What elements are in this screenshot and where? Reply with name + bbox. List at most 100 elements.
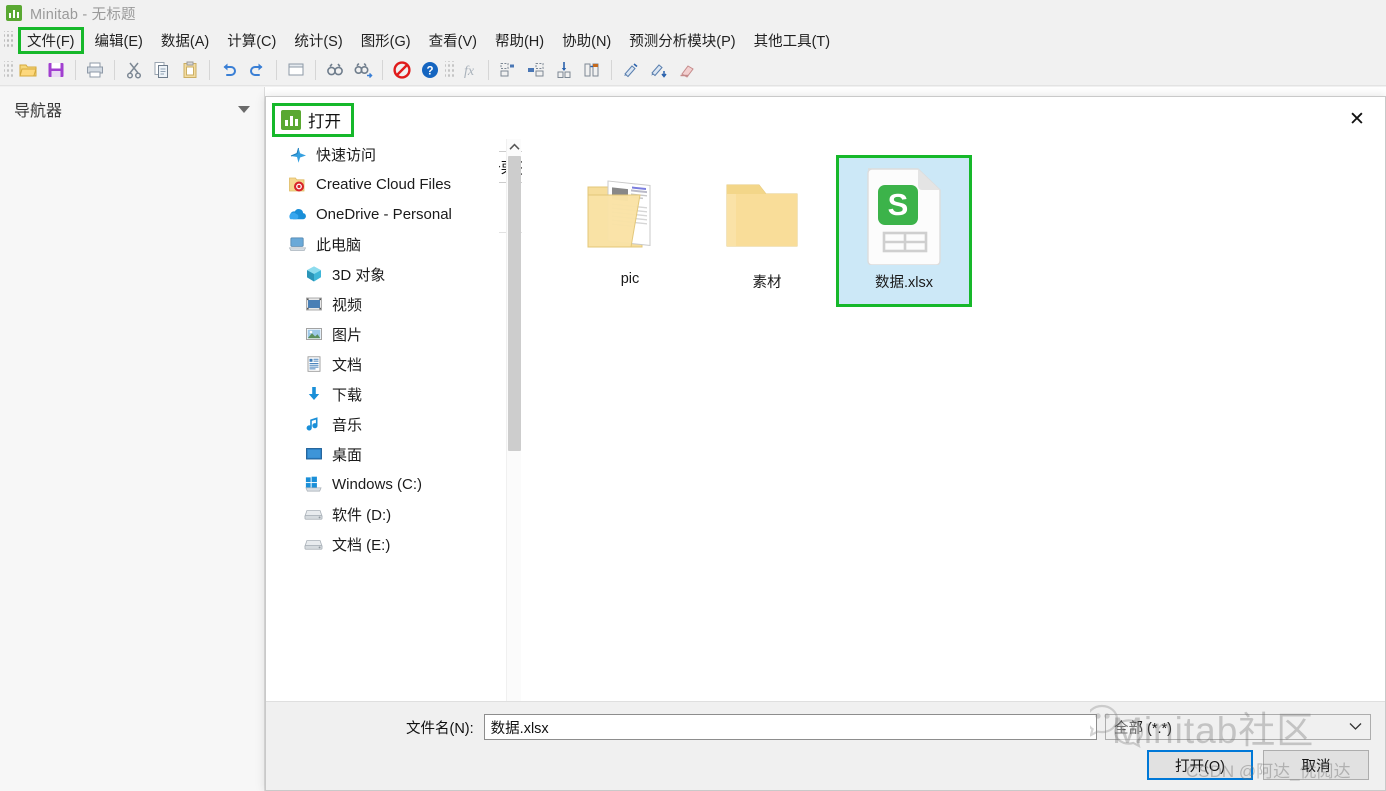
creative-cloud-folder-icon — [288, 175, 307, 194]
insert-rows-icon[interactable] — [495, 57, 521, 83]
places-scroll-thumb[interactable] — [508, 156, 521, 451]
insert-columns-icon[interactable] — [523, 57, 549, 83]
menu-item-graph[interactable]: 图形(G) — [352, 27, 420, 54]
drive-icon — [304, 535, 323, 554]
folder-with-pictures-icon — [582, 163, 678, 267]
places-item-label: Windows (C:) — [332, 476, 422, 493]
undo-icon[interactable] — [216, 57, 242, 83]
menu-item-data[interactable]: 数据(A) — [152, 27, 218, 54]
places-item-14[interactable]: 文档 (E:) — [266, 529, 499, 559]
menu-item-predictive[interactable]: 预测分析模块(P) — [620, 27, 744, 54]
find-next-icon[interactable] — [350, 57, 376, 83]
onedrive-cloud-icon — [288, 205, 307, 224]
places-item-10[interactable]: 音乐 — [266, 409, 499, 439]
formula-icon[interactable]: fx — [456, 57, 482, 83]
cancel-icon[interactable] — [389, 57, 415, 83]
places-item-2[interactable]: Creative Cloud Files — [266, 169, 499, 199]
places-item-label: 桌面 — [332, 444, 362, 465]
places-item-12[interactable]: Windows (C:) — [266, 469, 499, 499]
places-item-3[interactable]: OneDrive - Personal — [266, 199, 499, 229]
folder-icon — [719, 163, 815, 267]
places-scrollbar[interactable] — [506, 139, 521, 781]
chevron-down-icon[interactable] — [238, 106, 250, 113]
menu-item-view[interactable]: 查看(V) — [420, 27, 486, 54]
scroll-up-arrow-icon[interactable] — [507, 139, 522, 155]
drive-icon — [304, 505, 323, 524]
places-item-9[interactable]: 下载 — [266, 379, 499, 409]
pictures-icon — [304, 325, 323, 344]
open-folder-icon[interactable] — [15, 57, 41, 83]
cut-icon[interactable] — [121, 57, 147, 83]
brush-icon[interactable] — [618, 57, 644, 83]
find-icon[interactable] — [322, 57, 348, 83]
toolbar-drag-grip-2[interactable] — [445, 61, 454, 79]
menu-item-assistant[interactable]: 协助(N) — [553, 27, 620, 54]
music-icon — [304, 415, 323, 434]
places-item-8[interactable]: 文档 — [266, 349, 499, 379]
paste-icon[interactable] — [177, 57, 203, 83]
open-button[interactable]: 打开(O) — [1147, 750, 1253, 780]
places-item-5[interactable]: 3D 对象 — [266, 259, 499, 289]
toolbar-separator — [276, 60, 277, 80]
minitab-logo-icon — [6, 5, 22, 21]
stack-columns-icon[interactable] — [579, 57, 605, 83]
menu-item-stat[interactable]: 统计(S) — [285, 27, 351, 54]
menu-item-calc[interactable]: 计算(C) — [218, 27, 285, 54]
copy-icon[interactable] — [149, 57, 175, 83]
minitab-titlebar: Minitab - 无标题 — [0, 0, 1386, 26]
toolbar-drag-grip[interactable] — [4, 61, 13, 79]
file-name: 数据.xlsx — [875, 271, 933, 292]
menu-item-edit[interactable]: 编辑(E) — [86, 27, 152, 54]
dialog-title: 打开 — [308, 108, 341, 132]
places-item-6[interactable]: 视频 — [266, 289, 499, 319]
move-columns-icon[interactable] — [551, 57, 577, 83]
places-item-7[interactable]: 图片 — [266, 319, 499, 349]
places-sidebar[interactable]: 快速访问 Creative Cloud Files OneDrive - Perso… — [266, 139, 499, 781]
minitab-logo-icon — [281, 110, 301, 130]
list-item-selected[interactable]: S 数据.xlsx — [836, 155, 972, 307]
windows-drive-icon — [304, 475, 323, 494]
close-icon[interactable]: ✕ — [1329, 97, 1385, 141]
brush-down-icon[interactable] — [646, 57, 672, 83]
videos-icon — [304, 295, 323, 314]
list-item[interactable]: pic — [562, 155, 698, 307]
window-icon[interactable] — [283, 57, 309, 83]
places-item-label: 视频 — [332, 294, 362, 315]
places-item-label: OneDrive - Personal — [316, 206, 452, 223]
places-item-label: 快速访问 — [316, 144, 376, 165]
svg-text:fx: fx — [464, 64, 475, 79]
help-icon[interactable]: ? — [417, 57, 443, 83]
toolbar-separator — [114, 60, 115, 80]
navigator-header[interactable]: 导航器 — [0, 87, 264, 127]
places-item-label: Creative Cloud Files — [316, 176, 451, 193]
places-item-label: 3D 对象 — [332, 264, 385, 285]
places-item-4[interactable]: 此电脑 — [266, 229, 499, 259]
toolbar-separator — [315, 60, 316, 80]
menu-item-additional-tools[interactable]: 其他工具(T) — [745, 27, 840, 54]
eraser-icon[interactable] — [674, 57, 700, 83]
redo-icon[interactable] — [244, 57, 270, 83]
print-icon[interactable] — [82, 57, 108, 83]
chevron-down-icon — [1349, 720, 1362, 734]
dialog-footer: 文件名(N): 全部 (*.*) 打开(O) 取消 — [266, 701, 1385, 790]
cancel-button[interactable]: 取消 — [1263, 750, 1369, 780]
file-list[interactable]: pic 素材 — [522, 139, 1385, 781]
this-pc-icon — [288, 235, 307, 254]
list-item[interactable]: 素材 — [699, 155, 835, 307]
places-item-13[interactable]: 软件 (D:) — [266, 499, 499, 529]
svg-text:?: ? — [426, 65, 433, 77]
dialog-titlebar: 打开 ✕ — [266, 97, 1385, 143]
documents-icon — [304, 355, 323, 374]
dialog-buttons: 打开(O) 取消 — [1147, 750, 1369, 780]
filename-input[interactable] — [484, 714, 1097, 740]
main-toolbar: ? fx — [0, 54, 1386, 86]
menu-item-help[interactable]: 帮助(H) — [486, 27, 553, 54]
filetype-dropdown[interactable]: 全部 (*.*) — [1105, 714, 1371, 740]
open-file-dialog: 打开 ✕ « 举个栗子-Minitab › — [265, 96, 1386, 791]
menu-drag-grip[interactable] — [4, 31, 14, 49]
svg-text:S: S — [888, 187, 909, 222]
menu-item-file[interactable]: 文件(F) — [18, 27, 84, 54]
save-icon[interactable] — [43, 57, 69, 83]
places-item-11[interactable]: 桌面 — [266, 439, 499, 469]
places-item-1[interactable]: 快速访问 — [266, 139, 499, 169]
